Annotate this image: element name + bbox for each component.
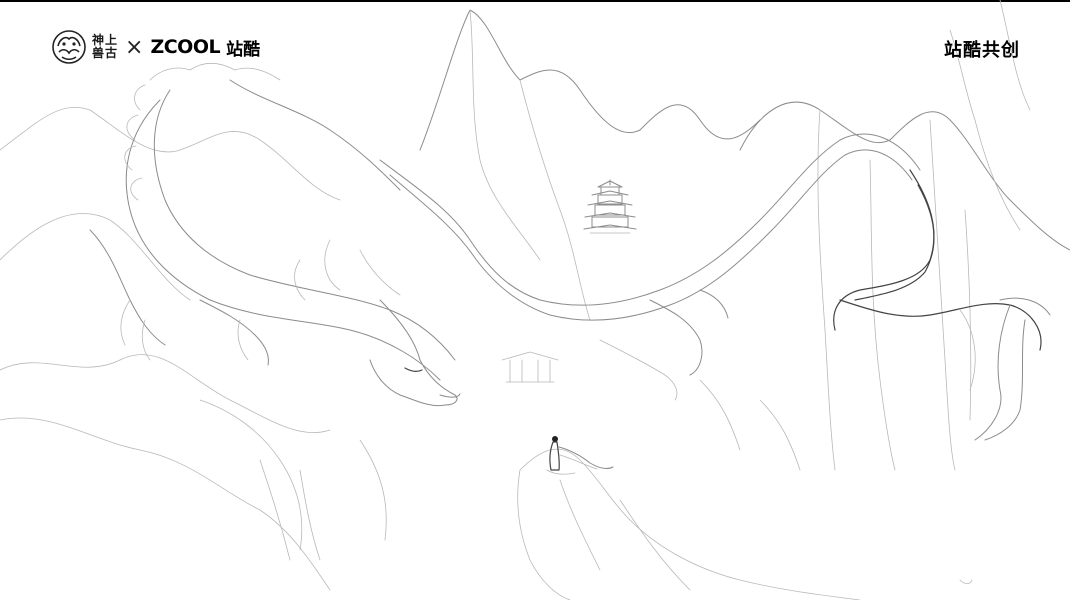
partner-name: 神上 兽古 (92, 34, 118, 60)
mountain-icon (0, 0, 1070, 600)
dragon-icon (89, 62, 1051, 441)
collab-separator: × (125, 34, 144, 60)
zcool-wordmark: ZCOOL (150, 36, 221, 58)
zcool-cn-name: 站酷 (226, 39, 261, 60)
figure-icon (546, 436, 614, 475)
pencil-sketch-illustration (0, 0, 1070, 600)
artwork-canvas: 神上 兽古 × ZCOOL 站酷 站酷共创 (0, 0, 1070, 600)
cocreate-label: 站酷共创 (944, 40, 1020, 61)
partner-name-line2: 兽古 (92, 46, 119, 60)
pavilion-icon (501, 351, 559, 383)
co-brand-logo: 神上 兽古 × ZCOOL 站酷 (52, 30, 260, 64)
pagoda-icon (583, 179, 637, 234)
beast-seal-icon (52, 30, 86, 64)
